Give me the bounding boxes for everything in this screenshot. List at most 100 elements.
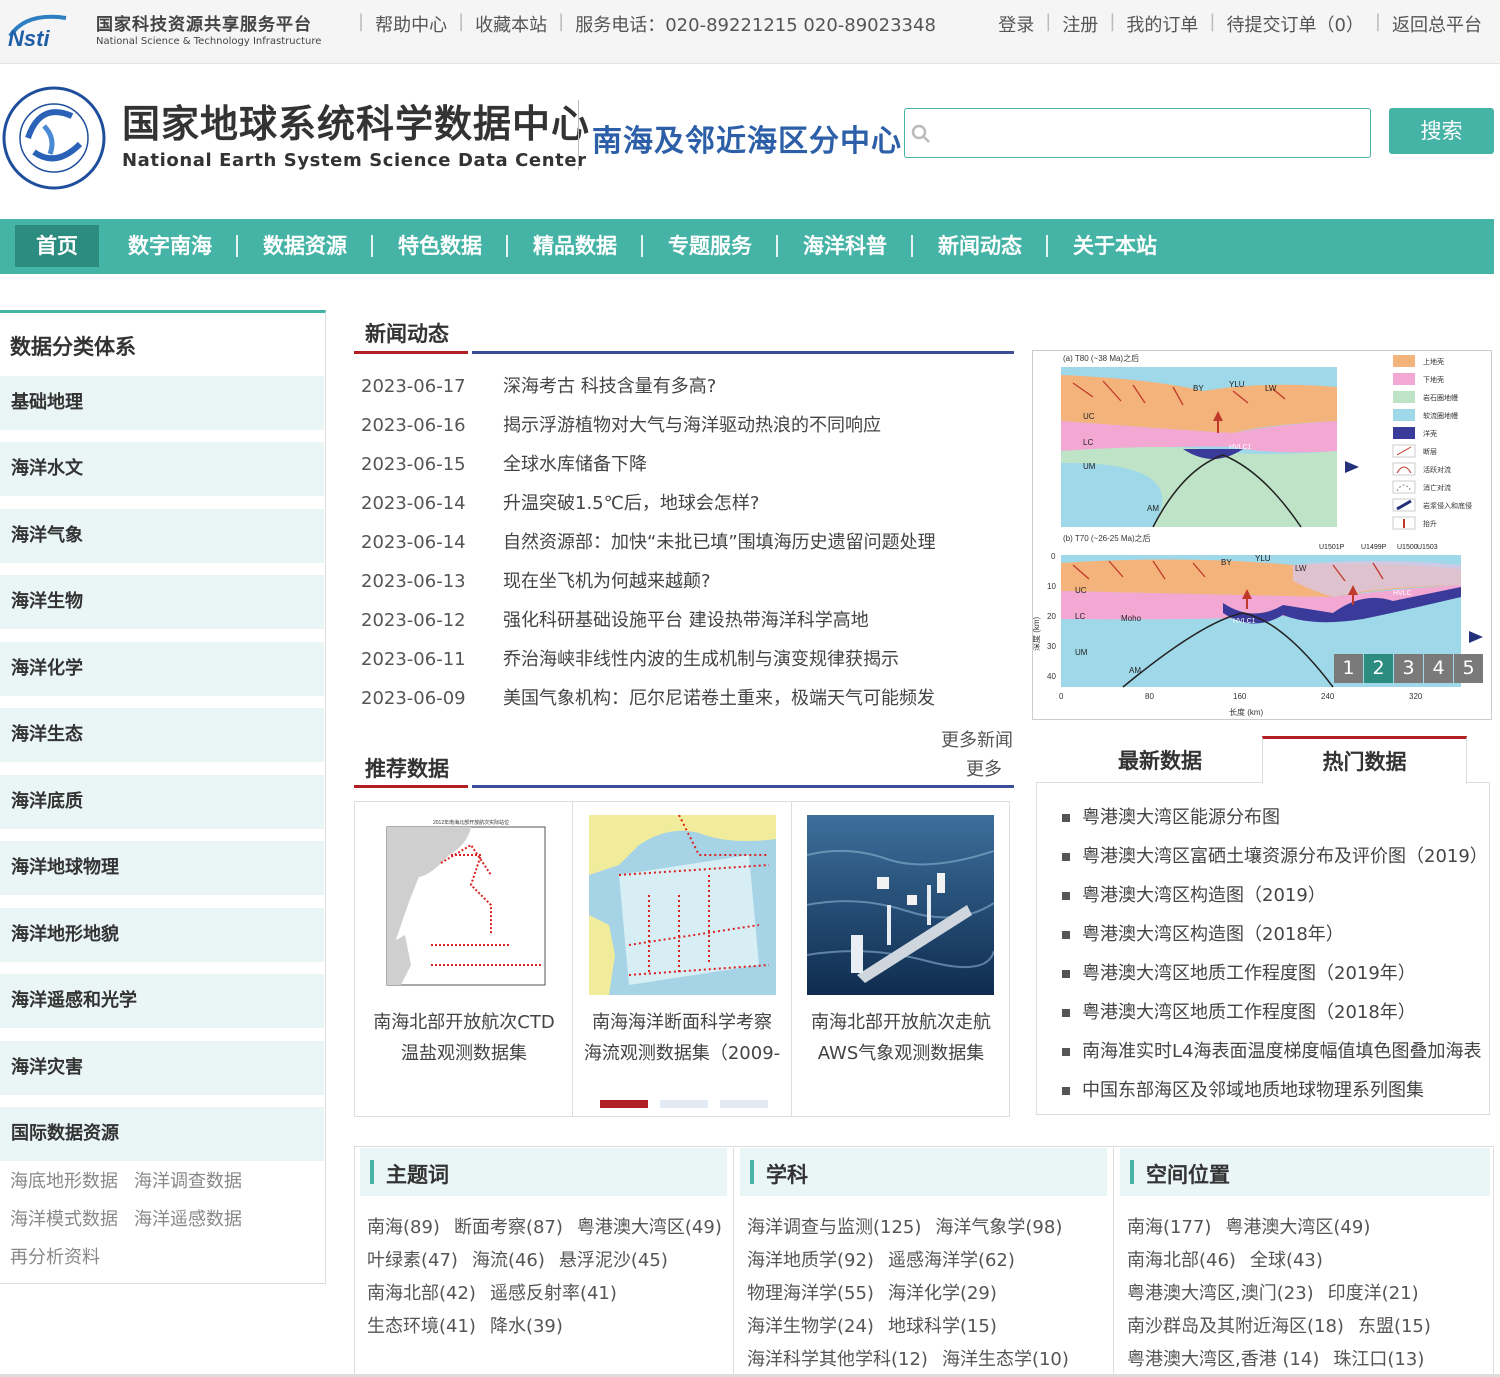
news-item[interactable]: 2023-06-14 自然资源部：加快“未批已填”围填海历史遗留问题处理 [361,523,1011,562]
more-news-link[interactable]: 更多新闻 [941,726,1013,752]
keyword-tag[interactable]: 南海(89) [367,1217,440,1238]
nav-digital-south-sea[interactable]: 数字南海 [113,219,227,274]
news-title[interactable]: 全球水库储备下降 [503,445,647,484]
news-title[interactable]: 乔治海峡非线性内波的生成机制与演变规律获揭示 [503,640,899,679]
news-item[interactable]: 2023-06-11 乔治海峡非线性内波的生成机制与演变规律获揭示 [361,640,1011,679]
news-item[interactable]: 2023-06-09 美国气象机构：厄尔尼诺卷土重来，极端天气可能频发 [361,679,1011,718]
news-title[interactable]: 强化科研基础设施平台 建设热带海洋科学高地 [503,601,869,640]
login-link[interactable]: 登录 [998,11,1034,37]
news-title[interactable]: 升温突破1.5℃后，地球会怎样? [503,484,759,523]
location-tag[interactable]: 粤港澳大湾区,澳门(23) [1127,1283,1314,1304]
my-orders-link[interactable]: 我的订单 [1126,11,1198,37]
hot-data-title[interactable]: 粤港澳大湾区地质工作程度图（2018年） [1082,1002,1416,1023]
hot-data-title[interactable]: 中国东部海区及邻域地质地球物理系列图集 [1082,1080,1424,1101]
discipline-tag[interactable]: 海洋地质学(92) [747,1250,874,1271]
carousel-dot[interactable] [600,1100,648,1108]
discipline-tag[interactable]: 遥感海洋学(62) [888,1250,1015,1271]
nav-news[interactable]: 新闻动态 [923,219,1037,274]
hot-data-title[interactable]: 粤港澳大湾区能源分布图 [1082,807,1280,828]
nsti-logo-icon[interactable]: Nsti [6,10,90,52]
location-tag[interactable]: 珠江口(13) [1333,1349,1424,1370]
news-item[interactable]: 2023-06-12 强化科研基础设施平台 建设热带海洋科学高地 [361,601,1011,640]
location-tag[interactable]: 粤港澳大湾区,香港 (14) [1127,1349,1319,1370]
tab-hot-data[interactable]: 热门数据 [1262,736,1467,784]
keyword-tag[interactable]: 海流(46) [472,1250,545,1271]
intl-link[interactable]: 海洋调查数据 [134,1171,242,1192]
category-item[interactable]: 海洋生态 [0,708,324,762]
nav-home[interactable]: 首页 [15,225,99,267]
location-tag[interactable]: 印度洋(21) [1328,1283,1419,1304]
data-center-seal-icon[interactable] [0,82,108,194]
news-title[interactable]: 揭示浮游植物对大气与海洋驱动热浪的不同响应 [503,406,881,445]
intl-link[interactable]: 再分析资料 [10,1247,100,1268]
keyword-tag[interactable]: 南海北部(42) [367,1283,476,1304]
category-item[interactable]: 国际数据资源 [0,1107,324,1161]
category-item[interactable]: 海洋气象 [0,509,324,563]
discipline-tag[interactable]: 海洋生态学(10) [942,1349,1069,1370]
nav-data-resources[interactable]: 数据资源 [248,219,362,274]
news-item[interactable]: 2023-06-16 揭示浮游植物对大气与海洋驱动热浪的不同响应 [361,406,1011,445]
keyword-tag[interactable]: 悬浮泥沙(45) [559,1250,668,1271]
news-title[interactable]: 深海考古 科技含量有多高? [503,367,716,406]
keyword-tag[interactable]: 断面考察(87) [454,1217,563,1238]
news-item[interactable]: 2023-06-14 升温突破1.5℃后，地球会怎样? [361,484,1011,523]
keyword-tag[interactable]: 降水(39) [490,1316,563,1337]
carousel-dot[interactable] [660,1100,708,1108]
pager-button[interactable]: 2 [1364,654,1393,683]
discipline-tag[interactable]: 海洋气象学(98) [935,1217,1062,1238]
recommended-caption[interactable]: 南海海洋断面科学考察 海流观测数据集（2009- [577,1007,787,1069]
pager-button[interactable]: 3 [1394,654,1423,683]
hot-data-title[interactable]: 粤港澳大湾区地质工作程度图（2019年） [1082,963,1416,984]
discipline-tag[interactable]: 海洋生物学(24) [747,1316,874,1337]
category-item[interactable]: 海洋底质 [0,775,324,829]
category-item[interactable]: 海洋水文 [0,442,324,496]
hot-data-title[interactable]: 南海准实时L4海表面温度梯度幅值填色图叠加海表 [1082,1041,1481,1062]
news-item[interactable]: 2023-06-13 现在坐飞机为何越来越颠? [361,562,1011,601]
intl-link[interactable]: 海底地形数据 [10,1171,118,1192]
discipline-tag[interactable]: 海洋化学(29) [888,1283,997,1304]
hot-data-title[interactable]: 粤港澳大湾区富硒土壤资源分布及评价图（2019） [1082,846,1488,867]
location-tag[interactable]: 南海(177) [1127,1217,1211,1238]
nav-featured-data[interactable]: 特色数据 [383,219,497,274]
discipline-tag[interactable]: 物理海洋学(55) [747,1283,874,1304]
back-main-platform-link[interactable]: 返回总平台 [1392,11,1482,37]
location-tag[interactable]: 南沙群岛及其附近海区(18) [1127,1316,1344,1337]
category-item[interactable]: 海洋遥感和光学 [0,974,324,1028]
tab-latest-data[interactable]: 最新数据 [1060,738,1260,784]
search-input[interactable] [904,108,1371,158]
pager-button[interactable]: 1 [1334,654,1363,683]
category-item[interactable]: 海洋生物 [0,575,324,629]
bookmark-link[interactable]: 收藏本站 [475,11,547,37]
carousel-dot[interactable] [720,1100,768,1108]
news-title[interactable]: 自然资源部：加快“未批已填”围填海历史遗留问题处理 [503,523,936,562]
category-item[interactable]: 海洋化学 [0,642,324,696]
intl-link[interactable]: 海洋遥感数据 [134,1209,242,1230]
recommended-card[interactable]: 南海海洋断面科学考察 海流观测数据集（2009- [573,802,792,1116]
location-tag[interactable]: 南海北部(46) [1127,1250,1236,1271]
hot-data-item[interactable]: 粤港澳大湾区地质工作程度图（2019年） [1062,954,1492,993]
more-recommended-link[interactable]: 更多 [966,755,1002,781]
category-item[interactable]: 海洋地球物理 [0,841,324,895]
news-item[interactable]: 2023-06-17 深海考古 科技含量有多高? [361,367,1011,406]
intl-link[interactable]: 海洋模式数据 [10,1209,118,1230]
category-item[interactable]: 海洋地形地貌 [0,908,324,962]
nav-about[interactable]: 关于本站 [1058,219,1172,274]
recommended-card[interactable]: 南海北部开放航次走航 AWS气象观测数据集 [792,802,1011,1116]
recommended-caption[interactable]: 南海北部开放航次CTD 温盐观测数据集 [359,1007,569,1069]
location-tag[interactable]: 全球(43) [1250,1250,1323,1271]
help-center-link[interactable]: 帮助中心 [375,11,447,37]
register-link[interactable]: 注册 [1062,11,1098,37]
nav-premium-data[interactable]: 精品数据 [518,219,632,274]
hot-data-item[interactable]: 粤港澳大湾区地质工作程度图（2018年） [1062,993,1492,1032]
hot-data-item[interactable]: 粤港澳大湾区能源分布图 [1062,798,1492,837]
recommended-card[interactable]: 2012年南海北部开放航次实际站位 南海北部开放航次CTD 温盐观测数据集 [355,802,573,1116]
discipline-tag[interactable]: 海洋科学其他学科(12) [747,1349,928,1370]
nav-special-services[interactable]: 专题服务 [653,219,767,274]
location-tag[interactable]: 东盟(15) [1358,1316,1431,1337]
category-item[interactable]: 海洋灾害 [0,1041,324,1095]
category-item[interactable]: 基础地理 [0,376,324,430]
hot-data-item[interactable]: 粤港澳大湾区富硒土壤资源分布及评价图（2019） [1062,837,1492,876]
keyword-tag[interactable]: 遥感反射率(41) [490,1283,617,1304]
keyword-tag[interactable]: 生态环境(41) [367,1316,476,1337]
hot-data-item[interactable]: 粤港澳大湾区构造图（2019） [1062,876,1492,915]
